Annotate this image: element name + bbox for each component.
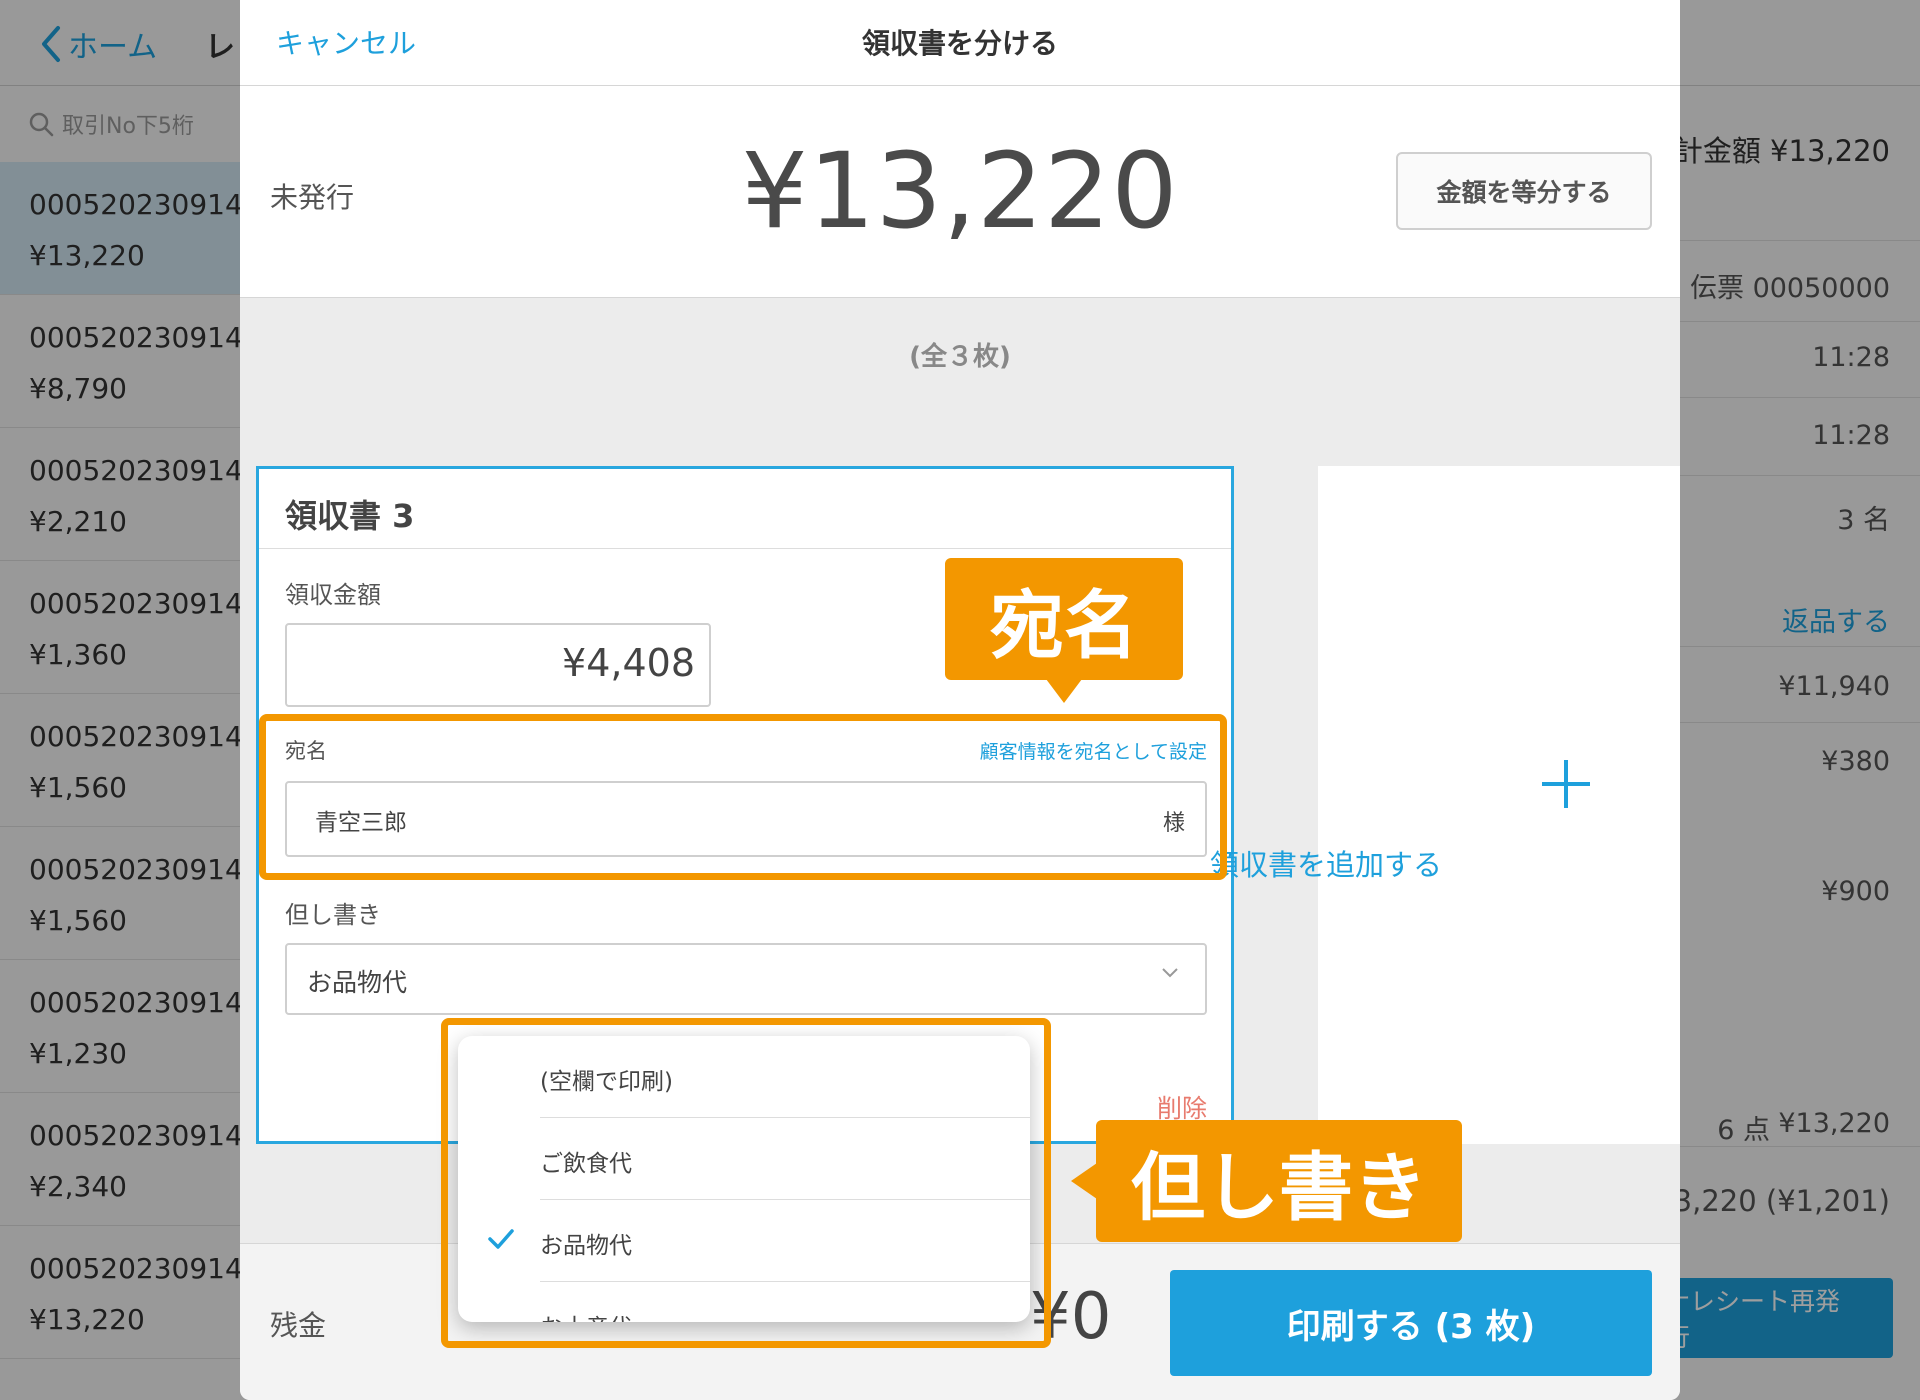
divider <box>259 548 1231 549</box>
receipt-count: (全３枚) <box>909 342 1011 372</box>
callout-tail <box>1071 1163 1097 1199</box>
purpose-callout: 但し書き <box>1096 1120 1462 1242</box>
purpose-label: 但し書き <box>285 901 381 929</box>
balance-label: 残金 <box>270 1309 327 1342</box>
add-receipt-label[interactable]: 領収書を追加する <box>1210 842 1442 884</box>
modal-header: 領収書を分ける キャンセル <box>240 0 1680 86</box>
add-receipt-card[interactable] <box>1318 466 1680 1144</box>
purpose-select[interactable]: お品物代 <box>285 943 1207 1015</box>
plus-icon <box>1542 760 1590 808</box>
summary-panel: 未発行 ¥13,220 金額を等分する <box>240 86 1680 298</box>
amount-input[interactable]: ¥4,408 <box>285 623 711 707</box>
purpose-highlight-box <box>441 1018 1051 1348</box>
name-callout: 宛名 <box>945 558 1183 680</box>
print-button[interactable]: 印刷する (3 枚) <box>1170 1270 1652 1376</box>
split-equal-button[interactable]: 金額を等分する <box>1396 152 1652 230</box>
modal-title: 領収書を分ける <box>861 27 1058 60</box>
purpose-value: お品物代 <box>307 968 408 997</box>
amount-label: 領収金額 <box>285 581 381 609</box>
receipt-title: 領収書 3 <box>285 497 415 535</box>
cancel-button[interactable]: キャンセル <box>276 22 416 62</box>
chevron-down-icon <box>1162 968 1178 978</box>
name-highlight-box <box>259 714 1227 880</box>
callout-tail <box>1046 679 1082 703</box>
